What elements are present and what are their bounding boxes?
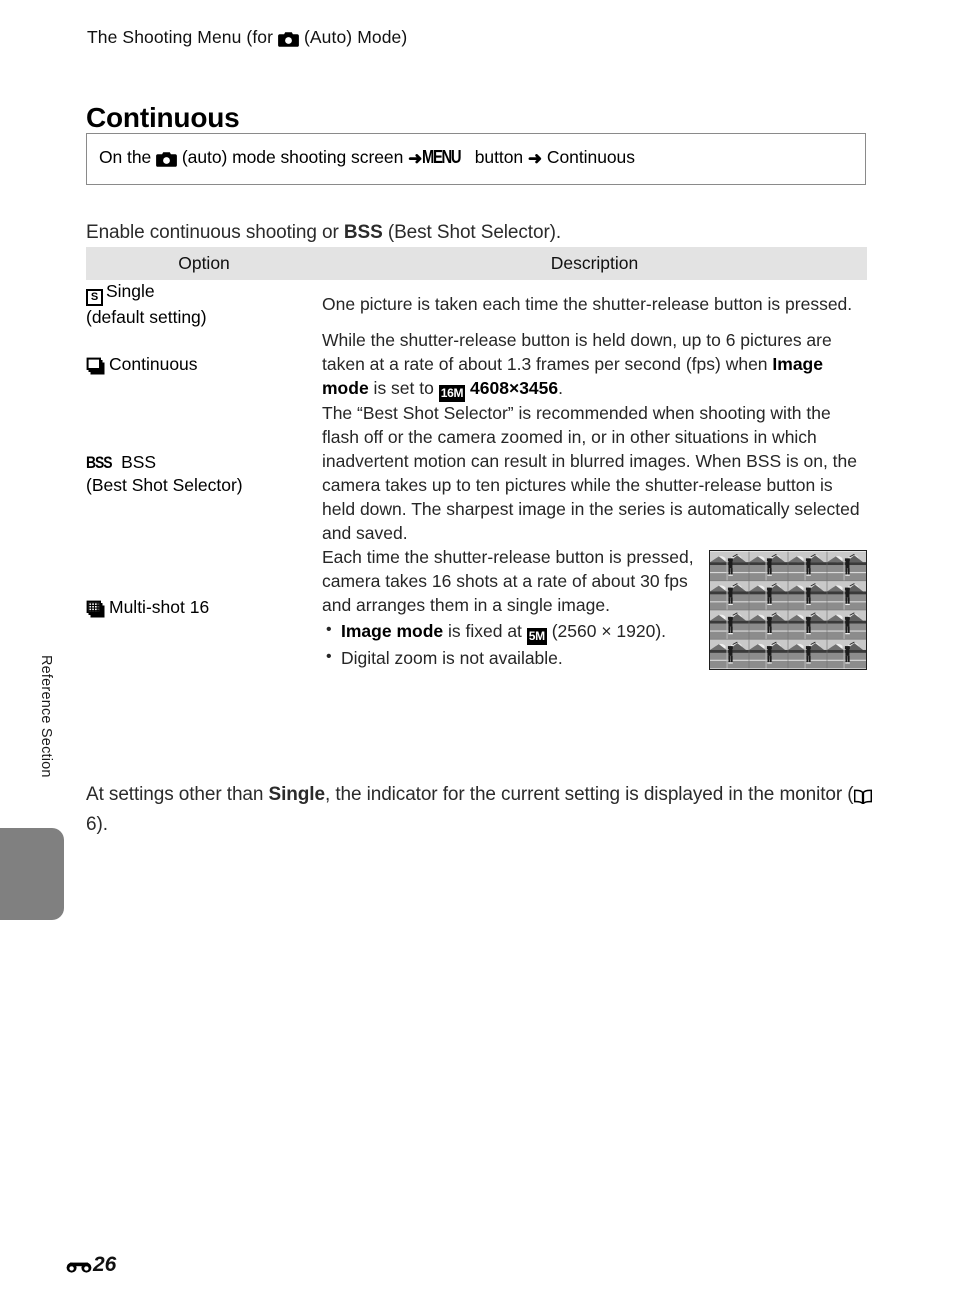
side-tab-label: Reference Section <box>38 655 54 778</box>
multi-shot-16-sample-image <box>709 550 867 671</box>
closing-bold: Single <box>268 784 326 805</box>
nav-path-part3: button <box>469 147 528 167</box>
description-cell-single: One picture is taken each time the shutt… <box>322 293 853 314</box>
description-cell-bss: The “Best Shot Selector” is recommended … <box>322 403 860 544</box>
table-row: BSS BSS (Best Shot Selector) The “Best Sh… <box>86 402 867 546</box>
column-header-option: Option <box>86 247 322 280</box>
table-header-row: Option Description <box>86 247 867 280</box>
option-label-multishot: Multi-shot 16 <box>109 596 210 617</box>
single-frame-icon: S <box>86 289 103 306</box>
page-title: Continuous <box>86 101 240 133</box>
multishot-bullet-list: Image mode is fixed at 5M (2560 × 1920).… <box>322 619 697 671</box>
table-row: S Single (default setting) One picture is… <box>86 280 867 329</box>
option-cell-bss: BSS BSS (Best Shot Selector) <box>86 402 322 546</box>
bss-icon: BSS <box>86 452 113 472</box>
table-row: Continuous While the shutter-release but… <box>86 329 867 403</box>
list-item: Image mode is fixed at 5M (2560 × 1920). <box>326 619 697 645</box>
nav-path-part2: (auto) mode shooting screen <box>177 147 409 167</box>
image-mode-16m-badge: 16M <box>438 385 466 403</box>
nav-path-text: On the (auto) mode shooting screen ➜MENU… <box>99 147 635 170</box>
desc-intro-multishot: Each time the shutter-release button is … <box>322 547 694 615</box>
nav-path-part4: Continuous <box>542 147 635 167</box>
multi-shot-grid-icon <box>86 598 109 621</box>
option-label-continuous: Continuous <box>109 354 198 375</box>
option-label-single: Single <box>106 281 155 301</box>
list-item: Digital zoom is not available. <box>326 646 697 671</box>
closing-paragraph: At settings other than Single, the indic… <box>86 781 876 839</box>
running-head-text-before: The Shooting Menu (for <box>87 27 279 47</box>
arrow-right-icon: ➜ <box>408 149 423 168</box>
image-mode-5m-badge: 5M <box>526 627 547 645</box>
desc-bold-resolution: 4608×3456 <box>470 378 559 399</box>
intro-text: Enable continuous shooting or BSS (Best … <box>86 222 561 244</box>
bullet-part1: is fixed at <box>443 620 527 641</box>
side-tab-marker <box>0 828 64 920</box>
closing-part2: , the indicator for the current setting … <box>324 784 854 805</box>
option-label-bss: BSS <box>121 451 157 472</box>
option-cell-single: S Single (default setting) <box>86 280 322 329</box>
bullet-bold-image-mode: Image mode <box>341 620 444 641</box>
description-cell-continuous: While the shutter-release button is held… <box>322 329 867 403</box>
desc-part1: While the shutter-release button is held… <box>322 330 832 375</box>
page-number: 26 <box>93 1253 117 1276</box>
reference-section-mark-icon <box>66 1255 93 1279</box>
intro-part2: (Best Shot Selector). <box>382 222 562 243</box>
intro-bold: BSS <box>343 222 383 243</box>
closing-part1: At settings other than <box>86 784 269 805</box>
option-sublabel-bss: (Best Shot Selector) <box>86 475 243 496</box>
camera-icon <box>156 149 177 170</box>
arrow-right-icon: ➜ <box>527 149 543 168</box>
option-cell-continuous: Continuous <box>86 329 322 402</box>
closing-part3: ). <box>96 813 108 835</box>
desc-part3: . <box>558 378 564 399</box>
nav-path-box: On the (auto) mode shooting screen ➜MENU… <box>86 133 866 185</box>
option-sublabel-single: (default setting) <box>86 307 207 327</box>
table-row: Multi-shot 16 Each time the shutter-rele… <box>86 546 867 671</box>
options-table: Option Description S Single (default sett… <box>86 247 867 671</box>
closing-page-ref: 6 <box>86 813 97 835</box>
running-head-text-after: (Auto) Mode) <box>299 27 408 47</box>
camera-icon <box>278 29 299 50</box>
page-footer: 26 <box>66 1253 116 1279</box>
bullet-part2: (2560 × 1920). <box>546 620 667 641</box>
nav-path-part1: On the <box>99 147 157 167</box>
description-cell-multishot: Each time the shutter-release button is … <box>322 546 867 671</box>
stacked-frames-icon <box>86 355 109 378</box>
desc-part2: is set to <box>368 378 439 399</box>
option-cell-multishot: Multi-shot 16 <box>86 546 322 671</box>
intro-part1: Enable continuous shooting or <box>86 222 344 243</box>
column-header-description: Description <box>322 247 867 280</box>
menu-button-glyph: MENU <box>422 147 462 167</box>
book-icon <box>853 783 872 811</box>
running-head: The Shooting Menu (for (Auto) Mode) <box>87 27 407 50</box>
